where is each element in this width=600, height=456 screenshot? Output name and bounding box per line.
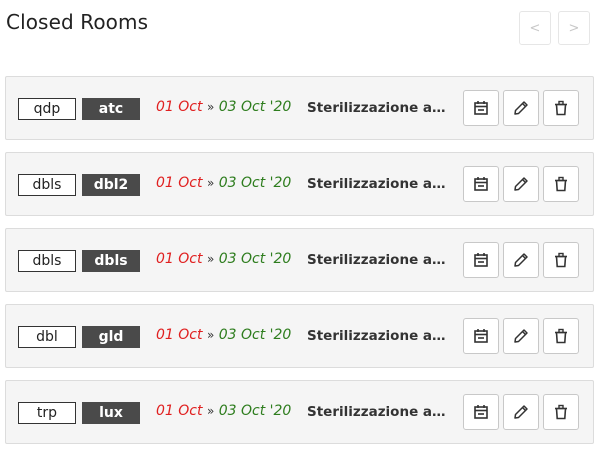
pencil-icon xyxy=(514,253,528,267)
delete-button[interactable] xyxy=(543,90,579,126)
date-separator: » xyxy=(206,404,215,418)
room-type-tag: dbl2 xyxy=(82,174,140,196)
pencil-icon xyxy=(514,177,528,191)
date-from: 01 Oct xyxy=(156,175,203,191)
closure-row: trp lux 01 Oct » 03 Oct '20 Sterilizzazi… xyxy=(5,380,594,444)
trash-icon xyxy=(555,404,567,420)
pencil-icon xyxy=(514,329,528,343)
room-number-tag: qdp xyxy=(18,98,76,120)
trash-icon xyxy=(555,252,567,268)
room-type-tag: gld xyxy=(82,326,140,348)
delete-button[interactable] xyxy=(543,242,579,278)
trash-icon xyxy=(555,176,567,192)
calendar-icon xyxy=(474,329,488,343)
edit-button[interactable] xyxy=(503,166,539,202)
prev-page-button[interactable]: < xyxy=(519,11,551,45)
date-from: 01 Oct xyxy=(156,251,203,267)
closure-reason: Sterilizzazione am… xyxy=(307,176,448,192)
calendar-button[interactable] xyxy=(463,242,499,278)
room-number-tag: dbls xyxy=(18,250,76,272)
date-range: 01 Oct » 03 Oct '20 xyxy=(156,403,291,419)
closure-reason: Sterilizzazione am… xyxy=(307,404,448,420)
room-number-tag: dbls xyxy=(18,174,76,196)
trash-icon xyxy=(555,328,567,344)
delete-button[interactable] xyxy=(543,394,579,430)
closure-row: dbls dbls 01 Oct » 03 Oct '20 Sterilizza… xyxy=(5,228,594,292)
calendar-button[interactable] xyxy=(463,90,499,126)
date-range: 01 Oct » 03 Oct '20 xyxy=(156,99,291,115)
date-range: 01 Oct » 03 Oct '20 xyxy=(156,327,291,343)
date-from: 01 Oct xyxy=(156,327,203,343)
date-separator: » xyxy=(206,100,215,114)
room-number-tag: dbl xyxy=(18,326,76,348)
calendar-button[interactable] xyxy=(463,318,499,354)
calendar-icon xyxy=(474,405,488,419)
closure-reason: Sterilizzazione am… xyxy=(307,100,448,116)
pencil-icon xyxy=(514,101,528,115)
calendar-icon xyxy=(474,253,488,267)
room-type-tag: lux xyxy=(82,402,140,424)
date-to: 03 Oct '20 xyxy=(218,175,292,191)
room-number-tag: trp xyxy=(18,402,76,424)
date-to: 03 Oct '20 xyxy=(218,251,292,267)
closure-row: dbl gld 01 Oct » 03 Oct '20 Sterilizzazi… xyxy=(5,304,594,368)
closure-reason: Sterilizzazione am… xyxy=(307,252,448,268)
pencil-icon xyxy=(514,405,528,419)
date-range: 01 Oct » 03 Oct '20 xyxy=(156,251,291,267)
date-range: 01 Oct » 03 Oct '20 xyxy=(156,175,291,191)
trash-icon xyxy=(555,100,567,116)
delete-button[interactable] xyxy=(543,166,579,202)
room-type-tag: atc xyxy=(82,98,140,120)
next-page-button[interactable]: > xyxy=(558,11,590,45)
date-to: 03 Oct '20 xyxy=(218,403,292,419)
edit-button[interactable] xyxy=(503,318,539,354)
page-header: Closed Rooms < > xyxy=(0,0,600,60)
calendar-button[interactable] xyxy=(463,394,499,430)
date-to: 03 Oct '20 xyxy=(218,327,292,343)
closure-row: dbls dbl2 01 Oct » 03 Oct '20 Sterilizza… xyxy=(5,152,594,216)
closure-reason: Sterilizzazione am… xyxy=(307,328,448,344)
date-separator: » xyxy=(206,176,215,190)
room-type-tag: dbls xyxy=(82,250,140,272)
closed-rooms-list: qdp atc 01 Oct » 03 Oct '20 Sterilizzazi… xyxy=(5,76,594,456)
calendar-button[interactable] xyxy=(463,166,499,202)
delete-button[interactable] xyxy=(543,318,579,354)
calendar-icon xyxy=(474,101,488,115)
edit-button[interactable] xyxy=(503,394,539,430)
calendar-icon xyxy=(474,177,488,191)
date-from: 01 Oct xyxy=(156,403,203,419)
closure-row: qdp atc 01 Oct » 03 Oct '20 Sterilizzazi… xyxy=(5,76,594,140)
date-separator: » xyxy=(206,252,215,266)
date-separator: » xyxy=(206,328,215,342)
edit-button[interactable] xyxy=(503,242,539,278)
edit-button[interactable] xyxy=(503,90,539,126)
page-title: Closed Rooms xyxy=(6,10,149,34)
date-to: 03 Oct '20 xyxy=(218,99,292,115)
date-from: 01 Oct xyxy=(156,99,203,115)
